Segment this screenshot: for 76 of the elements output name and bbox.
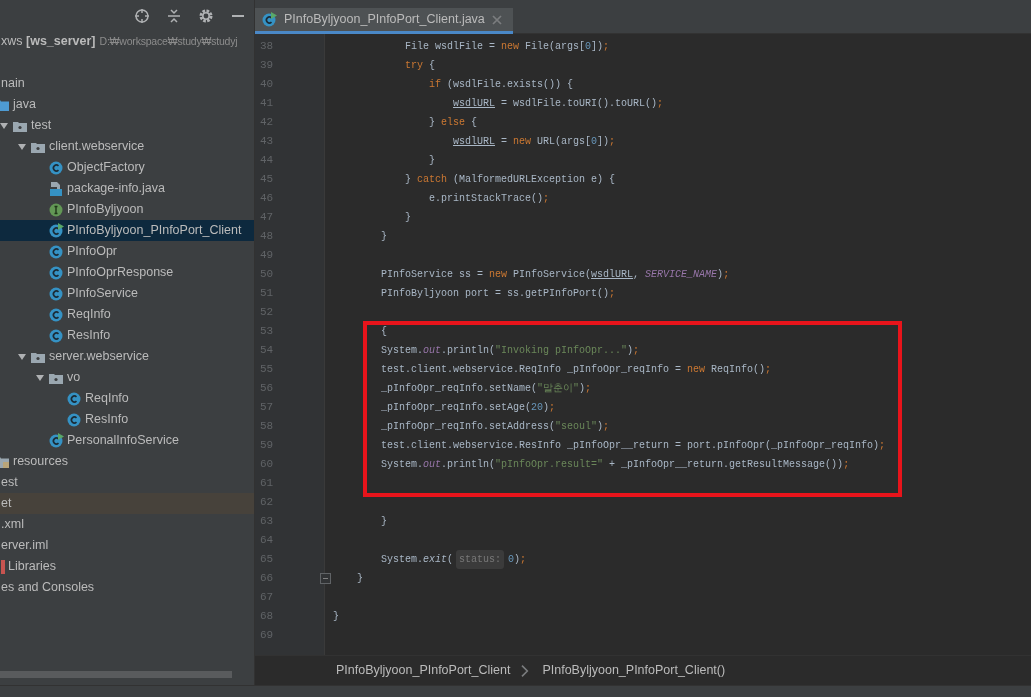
tree-item[interactable]: ReqInfo — [0, 304, 254, 325]
code-line: } — [405, 211, 411, 225]
tree-item[interactable]: client.webservice — [0, 136, 254, 157]
tree-item[interactable]: PInfoOprResponse — [0, 262, 254, 283]
locate-icon[interactable] — [134, 7, 150, 24]
tree-item[interactable]: resources — [0, 451, 254, 472]
scrollbar[interactable] — [0, 671, 232, 678]
parameter-hint: status: — [456, 550, 505, 569]
java-file-icon — [48, 180, 64, 197]
tree-item[interactable]: .xml — [0, 514, 254, 535]
code-line: try { — [405, 59, 436, 73]
fold-icon[interactable] — [320, 573, 331, 584]
tree-item[interactable]: PInfoByljyoon — [0, 199, 254, 220]
runnable-class-icon — [48, 432, 64, 449]
tree-item[interactable]: server.webservice — [0, 346, 254, 367]
code-line: } else { — [429, 116, 478, 130]
tree-item[interactable]: Libraries — [0, 556, 254, 577]
code-line: wsdlURL = wsdlFile.toURI().toURL(); — [453, 97, 664, 111]
code-line: } — [429, 154, 435, 168]
class-icon — [48, 306, 64, 323]
code-line: } — [381, 230, 387, 244]
code-line: } — [381, 515, 387, 529]
tree-item[interactable]: ResInfo — [0, 409, 254, 430]
settings-icon[interactable] — [198, 7, 214, 24]
class-icon — [66, 411, 82, 428]
code-line: { — [381, 325, 387, 339]
tree-item[interactable]: ObjectFactory — [0, 157, 254, 178]
code-line: System.exit( — [381, 553, 454, 567]
code-line: test.client.webservice.ReqInfo _pInfoOpr_reqInfo = new ReqInfo(); — [381, 363, 772, 377]
code-line: System.out.println("pInfoOpr.result=" + _pInfoOpr__return.getResultMessage()); — [381, 458, 850, 472]
code-line: wsdlURL = new URL(args[0]); — [453, 135, 616, 149]
code-line: if (wsdlFile.exists()) { — [429, 78, 574, 92]
tree-item[interactable]: PInfoOpr — [0, 241, 254, 262]
tree-item[interactable]: PInfoService — [0, 283, 254, 304]
tree-item[interactable]: java — [0, 94, 254, 115]
editor-tab[interactable]: PInfoByljyoon_PInfoPort_Client.java — [255, 8, 513, 34]
tree-item[interactable]: package-info.java — [0, 178, 254, 199]
runnable-class-icon — [261, 11, 277, 28]
tree-item[interactable]: test — [0, 115, 254, 136]
tree-item[interactable]: est — [0, 472, 254, 493]
tree-item[interactable]: PInfoByljyoon_PInfoPort_Client — [0, 220, 254, 241]
library-icon — [1, 559, 5, 574]
code-line: _pInfoOpr_reqInfo.setAge(20); — [381, 401, 556, 415]
class-icon — [48, 243, 64, 260]
tree-item[interactable]: vo — [0, 367, 254, 388]
tree-item[interactable]: ReqInfo — [0, 388, 254, 409]
code-line: _pInfoOpr_reqInfo.setAddress("seoul"); — [381, 420, 610, 434]
code-line: test.client.webservice.ResInfo _pInfoOpr__return = port.pInfoOpr(_pInfoOpr_reqInfo); — [381, 439, 886, 453]
tree-item[interactable]: ResInfo — [0, 325, 254, 346]
code-line: PInfoByljyoon port = ss.getPInfoPort(); — [381, 287, 616, 301]
code-line: } — [357, 572, 363, 586]
code-line: 0); — [508, 553, 527, 567]
code-line: e.printStackTrace(); — [429, 192, 550, 206]
project-name[interactable]: xws [ws_server] — [1, 31, 96, 52]
class-icon — [48, 159, 64, 176]
class-icon — [66, 390, 82, 407]
tree-item[interactable]: erver.iml — [0, 535, 254, 556]
tree-item[interactable]: nain — [0, 73, 254, 94]
interface-icon — [48, 201, 64, 218]
code-line: _pInfoOpr_reqInfo.setName("말춘이"); — [381, 382, 592, 396]
code-line: } — [333, 610, 339, 624]
tree-item[interactable]: et — [0, 493, 254, 514]
class-icon — [48, 285, 64, 302]
tree-item[interactable]: PersonalInfoService — [0, 430, 254, 451]
class-icon — [48, 327, 64, 344]
code-line: PInfoService ss = new PInfoService(wsdlURL, SERVICE_NAME); — [381, 268, 730, 282]
breadcrumb-item[interactable]: PInfoByljyoon_PInfoPort_Client — [336, 661, 511, 680]
code-line: System.out.println("Invoking pInfoOpr..."); — [381, 344, 640, 358]
code-line: File wsdlFile = new File(args[0]); — [405, 40, 610, 54]
runnable-class-icon — [48, 222, 64, 239]
collapse-icon[interactable] — [166, 7, 182, 24]
code-line: } catch (MalformedURLException e) { — [405, 173, 616, 187]
breadcrumb-item[interactable]: PInfoByljyoon_PInfoPort_Client() — [542, 661, 726, 680]
tree-item[interactable]: es and Consoles — [0, 577, 254, 598]
project-path: D:₩workspace₩study₩studyj — [99, 34, 238, 49]
class-icon — [48, 264, 64, 281]
